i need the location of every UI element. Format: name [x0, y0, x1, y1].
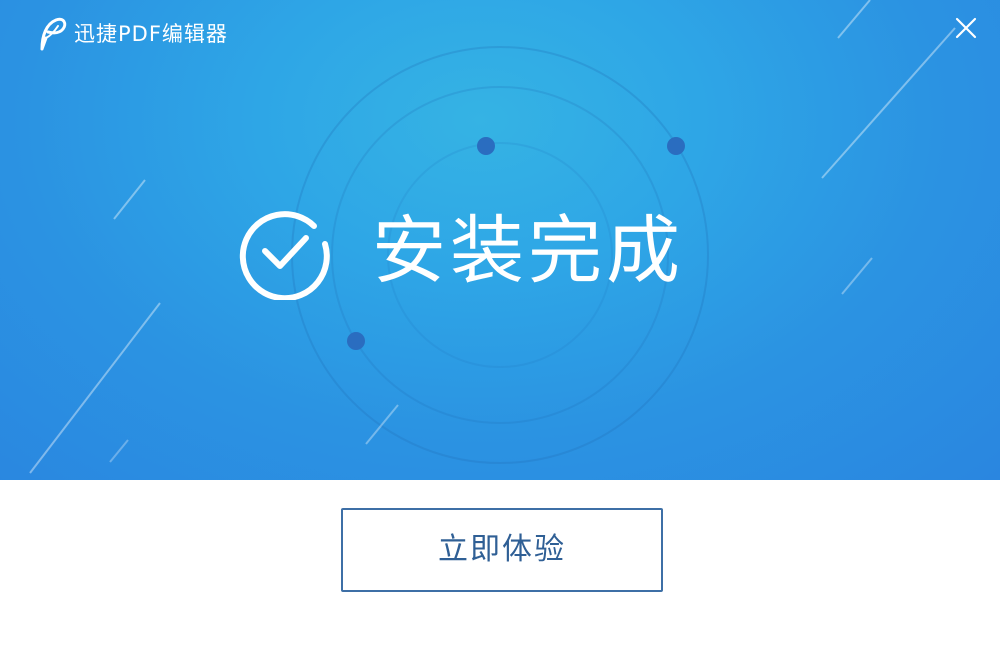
title-bar: 迅捷PDF编辑器 — [0, 0, 1000, 66]
install-status: 安装完成 — [238, 196, 798, 300]
installer-window: 迅捷PDF编辑器 安装完成 立即体验 — [0, 0, 1000, 666]
orbit-dot — [477, 137, 495, 155]
orbit-dot — [667, 137, 685, 155]
streak-line — [109, 439, 129, 463]
feather-pdf-logo-icon — [40, 17, 67, 51]
close-button[interactable] — [950, 12, 982, 44]
orbit-dot — [347, 332, 365, 350]
status-heading: 安装完成 — [372, 208, 684, 294]
close-icon — [955, 17, 977, 39]
app-title: 迅捷PDF编辑器 — [74, 22, 228, 46]
streak-line — [113, 179, 146, 220]
try-now-button[interactable]: 立即体验 — [341, 508, 663, 592]
streak-line — [841, 257, 873, 295]
streak-line — [365, 404, 399, 445]
header-banner: 迅捷PDF编辑器 安装完成 — [0, 0, 1000, 480]
streak-line — [29, 302, 161, 474]
check-circle-icon — [239, 211, 330, 300]
